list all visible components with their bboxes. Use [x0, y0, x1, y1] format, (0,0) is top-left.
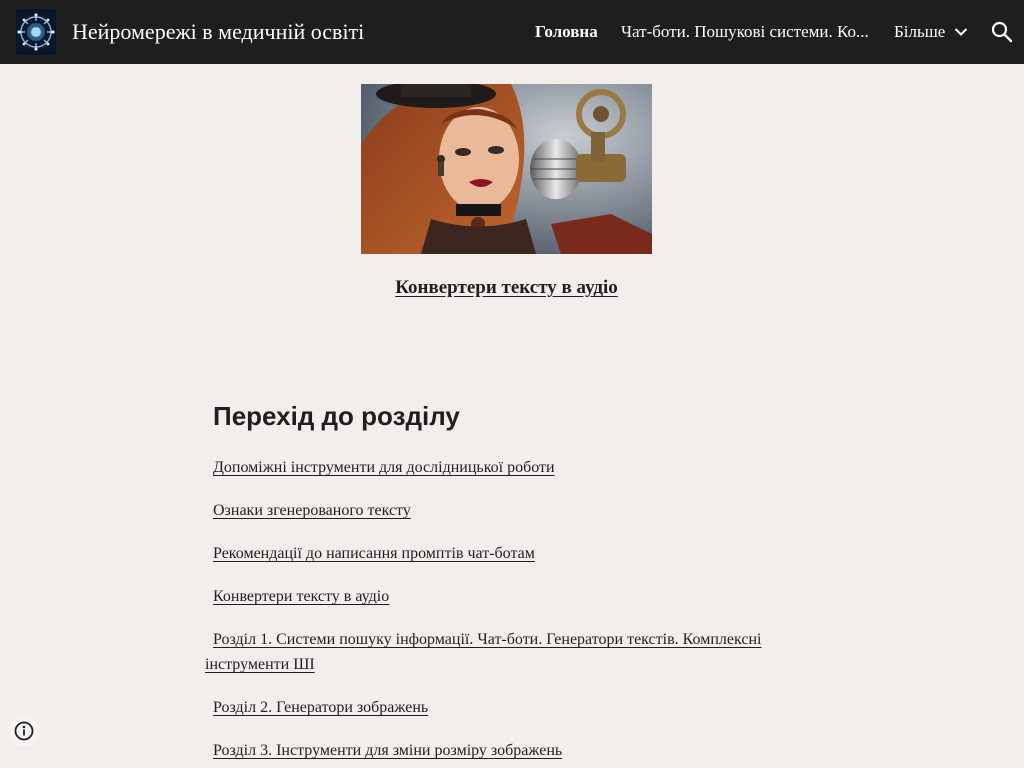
- info-button[interactable]: [9, 716, 39, 746]
- link-text-to-audio[interactable]: Конвертери тексту в аудіо: [205, 584, 805, 609]
- info-icon: [14, 721, 34, 741]
- site-title[interactable]: Нейромережі в медичній освіті: [72, 19, 364, 45]
- section-heading: Перехід до розділу: [213, 401, 460, 431]
- link-generated-text-signs[interactable]: Ознаки згенерованого тексту: [205, 498, 805, 523]
- hero-caption-link[interactable]: Конвертери тексту в аудіо: [0, 277, 1013, 299]
- hero-image: [361, 84, 652, 254]
- nav-chatbots-label: Чат-боти. Пошукові системи. Ко...: [621, 22, 869, 41]
- chevron-down-icon: [955, 28, 968, 36]
- search-icon: [991, 21, 1013, 43]
- section-links-list: Допоміжні інструменти для дослідницької …: [205, 455, 805, 763]
- link-section-1[interactable]: Розділ 1. Системи пошуку інформації. Чат…: [205, 627, 780, 677]
- search-button[interactable]: [990, 20, 1014, 44]
- nav-home[interactable]: Головна: [535, 0, 598, 64]
- link-section-3[interactable]: Розділ 3. Інструменти для зміни розміру …: [205, 738, 805, 763]
- site-logo[interactable]: [16, 9, 56, 55]
- nav-home-label: Головна: [535, 22, 598, 41]
- nav-more-label: Більше: [894, 22, 946, 41]
- nav-chatbots[interactable]: Чат-боти. Пошукові системи. Ко...: [621, 0, 869, 64]
- link-prompt-recommendations[interactable]: Рекомендації до написання промптів чат-б…: [205, 541, 805, 566]
- link-research-tools[interactable]: Допоміжні інструменти для дослідницької …: [205, 455, 805, 480]
- nav-more-dropdown[interactable]: Більше: [894, 0, 968, 64]
- top-navigation-bar: Нейромережі в медичній освіті Головна Ча…: [0, 0, 1024, 64]
- link-section-2[interactable]: Розділ 2. Генератори зображень: [205, 695, 805, 720]
